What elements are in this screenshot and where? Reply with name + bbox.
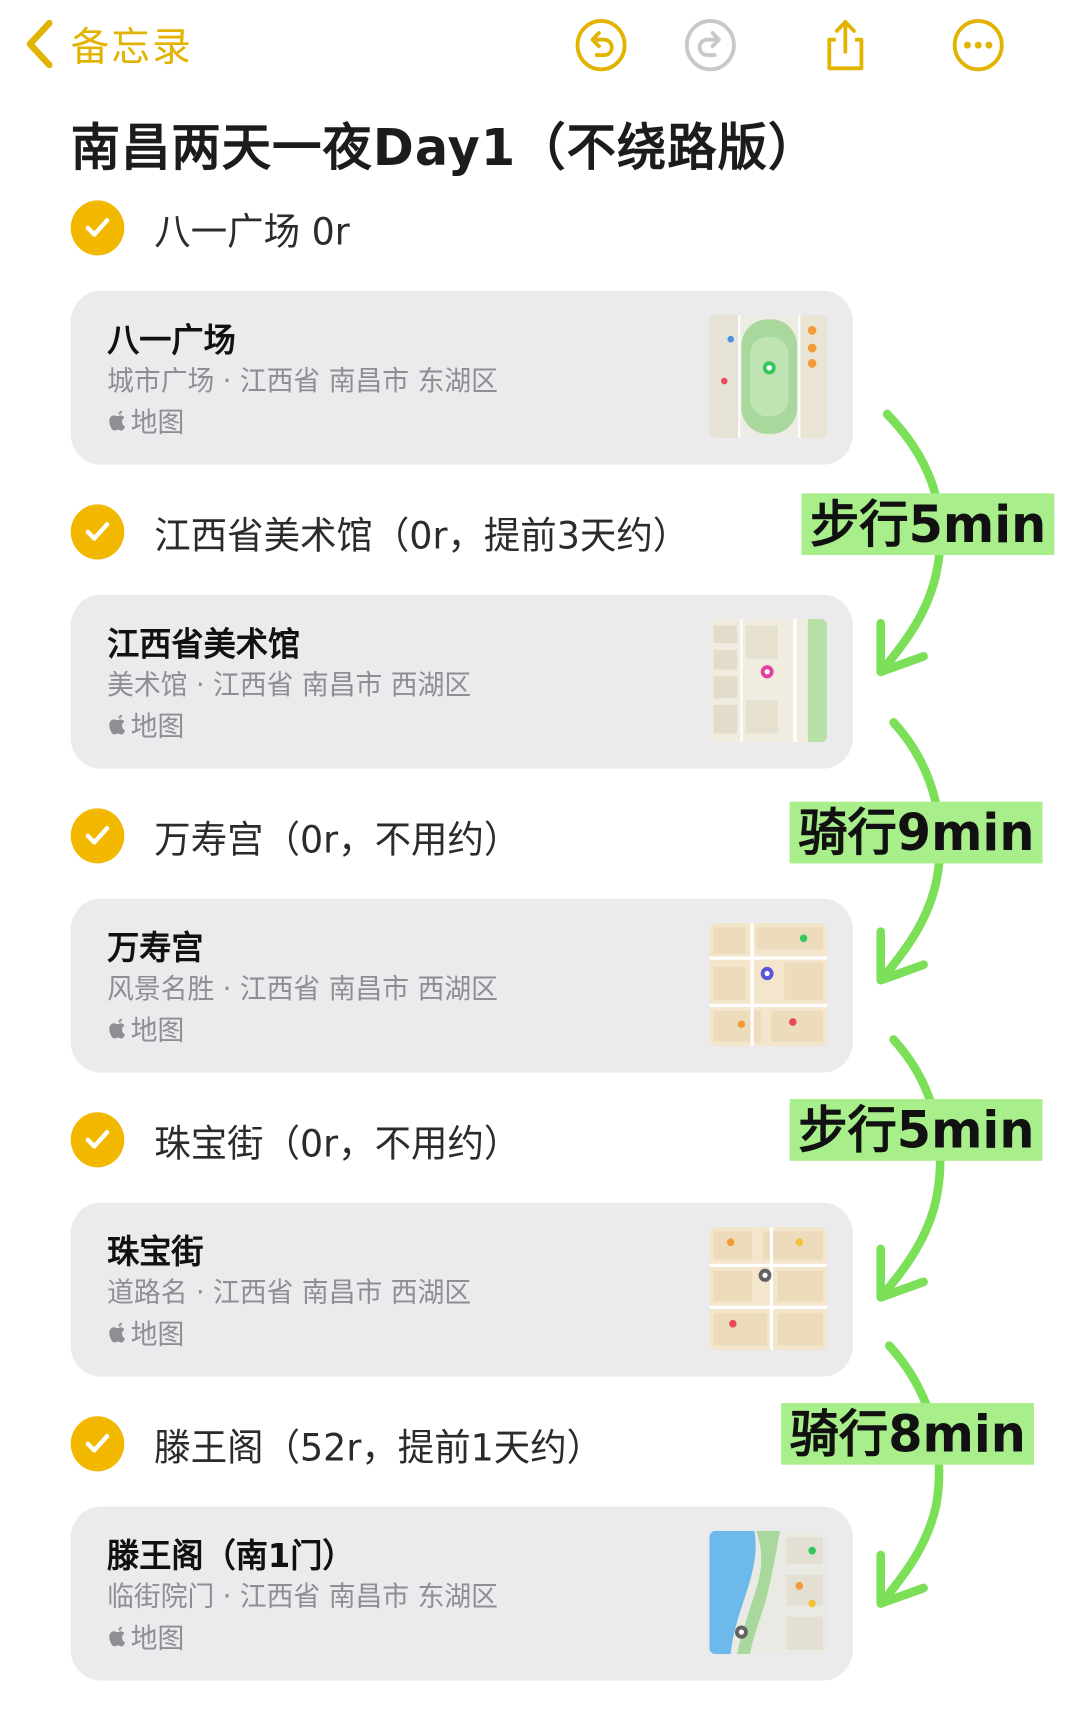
map-card-source: 地图 [107,1617,184,1657]
map-thumbnail [709,314,828,439]
apple-logo-icon [109,714,126,735]
checklist-item: 江西省美术馆（0r，提前3天约） [70,504,689,560]
redo-button[interactable] [684,18,738,73]
map-card-name: 滕王阁（南1门） [107,1537,355,1576]
checkmark-icon [85,1433,110,1453]
map-card-source: 地图 [107,401,184,441]
map-card-name: 江西省美术馆 [107,625,301,665]
undo-icon [575,18,627,72]
map-card-source: 地图 [107,1009,184,1049]
checkbox-checked[interactable] [70,200,125,256]
route-label: 步行5min [801,493,1055,556]
curved-arrow-icon [876,1341,944,1608]
checklist-item-text[interactable]: 珠宝街（0r，不用约） [154,1113,520,1167]
checklist-item: 万寿宫（0r，不用约） [70,808,520,864]
map-preview-image [709,1530,828,1655]
map-card-subtitle: 风景名胜 · 江西省 南昌市 西湖区 [107,972,498,1005]
map-card-source: 地图 [107,705,184,745]
checklist-item-text[interactable]: 滕王阁（52r，提前1天约） [154,1417,603,1471]
checkbox-checked[interactable] [70,504,125,560]
map-card-source: 地图 [107,1313,184,1353]
map-card[interactable]: 江西省美术馆 美术馆 · 江西省 南昌市 西湖区 地图 [70,594,853,769]
share-button[interactable] [819,18,873,73]
apple-logo-icon [109,1626,126,1647]
apple-logo-icon [109,1322,126,1343]
back-label: 备忘录 [70,25,193,71]
map-card[interactable]: 八一广场 城市广场 · 江西省 南昌市 东湖区 地图 [70,290,853,465]
notes-screen: 备忘录 南昌两天一夜Day1（不绕路版） 八一广场 0r 八一广场 城市广场 ·… [0,0,1080,1718]
map-card-source-label: 地图 [130,1014,185,1047]
map-thumbnail [709,618,828,743]
map-card[interactable]: 滕王阁（南1门） 临街院门 · 江西省 南昌市 东湖区 地图 [70,1506,853,1681]
checklist-item-text[interactable]: 八一广场 0r [154,201,349,255]
checklist-item-text[interactable]: 万寿宫（0r，不用约） [154,809,520,863]
map-card[interactable]: 万寿宫 风景名胜 · 江西省 南昌市 西湖区 地图 [70,898,853,1073]
apple-logo-icon [109,1018,126,1039]
checkmark-icon [85,1129,110,1149]
share-icon [827,20,864,71]
more-button[interactable] [951,18,1005,73]
map-card-subtitle: 临街院门 · 江西省 南昌市 东湖区 [107,1580,498,1613]
map-preview-image [709,314,828,439]
more-icon [952,18,1004,72]
map-card-name: 万寿宫 [107,929,204,969]
map-card[interactable]: 珠宝街 道路名 · 江西省 南昌市 西湖区 地图 [70,1202,853,1377]
map-preview-image [709,1226,828,1351]
map-card-source-label: 地图 [130,1318,185,1351]
checklist-item: 珠宝街（0r，不用约） [70,1112,520,1168]
checkmark-icon [85,522,110,541]
checkbox-checked[interactable] [70,808,125,864]
chevron-left-icon [26,19,53,69]
checklist-item: 八一广场 0r [70,200,350,256]
map-preview-image [709,618,828,743]
back-button[interactable]: 备忘录 [24,15,193,72]
map-thumbnail [709,1530,828,1655]
checkmark-icon [85,218,110,237]
map-thumbnail [709,1226,828,1351]
route-label: 骑行9min [789,801,1044,864]
checkbox-checked[interactable] [70,1112,125,1168]
route-arrow [857,1033,975,1308]
map-card-source-label: 地图 [130,710,185,743]
undo-button[interactable] [574,18,628,73]
route-label: 步行5min [789,1099,1044,1161]
map-card-source-label: 地图 [130,1622,185,1655]
route-label: 骑行8min [781,1403,1035,1465]
map-card-source-label: 地图 [130,406,185,439]
checklist-item: 滕王阁（52r，提前1天约） [70,1416,603,1472]
checkbox-checked[interactable] [70,1416,125,1472]
map-preview-image [709,922,828,1047]
checkmark-icon [85,825,110,845]
map-card-subtitle: 美术馆 · 江西省 南昌市 西湖区 [107,668,472,701]
route-arrow [857,1339,975,1614]
map-card-name: 八一广场 [107,321,236,361]
note-title[interactable]: 南昌两天一夜Day1（不绕路版） [71,108,819,181]
checklist-item-text[interactable]: 江西省美术馆（0r，提前3天约） [154,505,689,559]
redo-icon [684,18,736,72]
map-card-subtitle: 道路名 · 江西省 南昌市 西湖区 [107,1276,472,1309]
map-card-name: 珠宝街 [107,1233,204,1272]
map-thumbnail [709,922,828,1047]
map-card-subtitle: 城市广场 · 江西省 南昌市 东湖区 [107,364,498,397]
curved-arrow-icon [876,1035,945,1302]
apple-logo-icon [109,410,126,431]
